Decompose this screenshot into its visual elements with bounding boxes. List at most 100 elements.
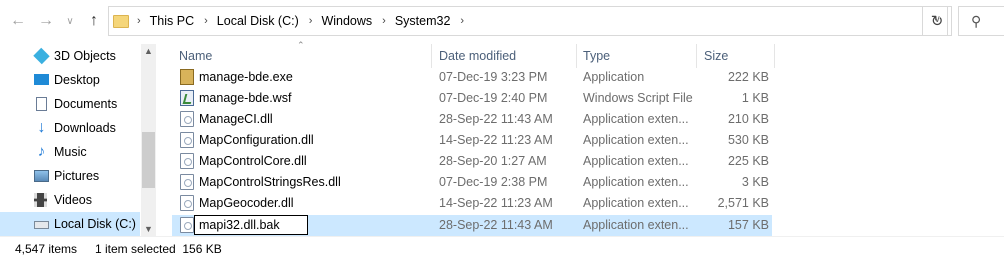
back-arrow-icon: ←	[10, 12, 26, 29]
nav-item-music[interactable]: ♪ Music	[0, 140, 140, 164]
column-divider[interactable]	[576, 44, 577, 68]
column-header-name[interactable]: Name	[179, 44, 431, 68]
forward-arrow-icon: →	[38, 12, 54, 29]
file-date: 28-Sep-22 11:43 AM	[439, 112, 553, 126]
rename-input[interactable]	[194, 215, 308, 235]
nav-item-label: Local Disk (C:)	[54, 217, 136, 231]
search-icon: ⚲	[971, 12, 982, 29]
dll-icon	[180, 195, 194, 211]
file-type: Application exten...	[583, 112, 689, 126]
search-box[interactable]: ⚲	[958, 6, 1004, 36]
navigation-pane: 3D Objects Desktop Documents ↓ Downloads…	[0, 44, 156, 236]
chevron-right-icon[interactable]: ›	[137, 15, 141, 27]
file-row-selected[interactable]: 28-Sep-22 11:43 AM Application exten... …	[172, 215, 772, 236]
file-row[interactable]: MapGeocoder.dll 14-Sep-22 11:23 AM Appli…	[172, 193, 772, 214]
chevron-right-icon[interactable]: ›	[460, 15, 464, 27]
nav-item-desktop[interactable]: Desktop	[0, 68, 140, 92]
back-button[interactable]: ←	[8, 10, 28, 32]
file-date: 07-Dec-19 2:40 PM	[439, 91, 548, 105]
status-bar: 4,547 items 1 item selected 156 KB	[0, 236, 1004, 262]
item-count: 4,547 items	[15, 242, 78, 256]
file-type: Application exten...	[583, 154, 689, 168]
crumb-system32[interactable]: System32	[395, 14, 451, 28]
file-date: 28-Sep-20 1:27 AM	[439, 154, 547, 168]
nav-item-label: 3D Objects	[54, 49, 116, 63]
refresh-icon: ↻	[930, 13, 944, 30]
file-type: Application exten...	[583, 133, 689, 147]
crumb-local-disk[interactable]: Local Disk (C:)	[217, 14, 299, 28]
chevron-right-icon[interactable]: ›	[382, 15, 386, 27]
file-type: Windows Script File	[583, 91, 693, 105]
pictures-icon	[34, 170, 49, 182]
column-divider[interactable]	[431, 44, 432, 68]
forward-button[interactable]: →	[36, 10, 56, 32]
nav-item-label: Documents	[54, 97, 118, 111]
nav-item-documents[interactable]: Documents	[0, 92, 140, 116]
nav-item-label: Downloads	[54, 121, 116, 135]
file-name: ManageCI.dll	[199, 112, 273, 126]
file-name: MapControlCore.dll	[199, 154, 307, 168]
crumb-windows[interactable]: Windows	[321, 14, 372, 28]
dll-icon	[180, 217, 194, 233]
chevron-down-icon: ∨	[66, 15, 74, 27]
nav-item-videos[interactable]: Videos	[0, 188, 140, 212]
dll-icon	[180, 174, 194, 190]
column-divider[interactable]	[774, 44, 775, 68]
music-icon: ♪	[37, 143, 46, 160]
chevron-right-icon[interactable]: ›	[204, 15, 208, 27]
wsf-icon	[180, 90, 194, 106]
downloads-icon: ↓	[37, 119, 46, 136]
up-button[interactable]: ↑	[84, 10, 104, 32]
file-row[interactable]: MapControlStringsRes.dll 07-Dec-19 2:38 …	[172, 172, 772, 193]
file-type: Application exten...	[583, 175, 689, 189]
file-type: Application exten...	[583, 196, 689, 210]
file-row[interactable]: MapConfiguration.dll 14-Sep-22 11:23 AM …	[172, 130, 772, 151]
column-header-type[interactable]: Type	[583, 44, 695, 68]
file-size: 3 KB	[741, 175, 769, 189]
refresh-button[interactable]: ↻	[922, 6, 952, 36]
nav-item-3d-objects[interactable]: 3D Objects	[0, 44, 140, 68]
file-date: 07-Dec-19 2:38 PM	[439, 175, 548, 189]
nav-item-label: Videos	[54, 193, 92, 207]
nav-item-label: Pictures	[54, 169, 100, 183]
recent-locations-button[interactable]: ∨	[60, 10, 80, 32]
chevron-right-icon[interactable]: ›	[309, 15, 313, 27]
file-date: 14-Sep-22 11:23 AM	[439, 133, 553, 147]
file-type: Application	[583, 70, 645, 84]
column-divider[interactable]	[696, 44, 697, 68]
scroll-down-icon[interactable]: ▼	[144, 224, 153, 234]
nav-item-local-disk[interactable]: Local Disk (C:)	[0, 212, 140, 236]
exe-icon	[180, 69, 194, 85]
nav-item-label: Music	[54, 145, 87, 159]
file-row[interactable]: ManageCI.dll 28-Sep-22 11:43 AM Applicat…	[172, 109, 772, 130]
crumb-this-pc[interactable]: This PC	[150, 14, 194, 28]
dll-icon	[180, 153, 194, 169]
scroll-up-icon[interactable]: ▲	[144, 46, 153, 56]
column-header-size[interactable]: Size	[704, 44, 774, 68]
file-name: manage-bde.exe	[199, 70, 293, 84]
file-size: 530 KB	[727, 133, 769, 147]
address-bar[interactable]: › This PC › Local Disk (C:) › Windows › …	[108, 6, 948, 36]
file-row[interactable]: MapControlCore.dll 28-Sep-20 1:27 AM App…	[172, 151, 772, 172]
documents-icon	[36, 97, 47, 111]
videos-icon	[34, 193, 47, 207]
up-arrow-icon: ↑	[90, 12, 98, 29]
nav-scrollbar[interactable]: ▲ ▼	[141, 44, 156, 236]
file-date: 28-Sep-22 11:43 AM	[439, 218, 553, 232]
scrollbar-thumb[interactable]	[142, 132, 155, 188]
column-header-date[interactable]: Date modified	[439, 44, 575, 68]
selection-info: 1 item selected 156 KB	[95, 242, 222, 256]
3d-objects-icon	[33, 47, 50, 65]
file-type: Application exten...	[583, 218, 689, 232]
nav-item-pictures[interactable]: Pictures	[0, 164, 140, 188]
column-header-label: Size	[704, 49, 729, 63]
file-size: 210 KB	[727, 112, 769, 126]
desktop-icon	[34, 74, 49, 85]
nav-item-downloads[interactable]: ↓ Downloads	[0, 116, 140, 140]
file-row[interactable]: manage-bde.exe 07-Dec-19 3:23 PM Applica…	[172, 67, 772, 88]
dll-icon	[180, 111, 194, 127]
file-row[interactable]: manage-bde.wsf 07-Dec-19 2:40 PM Windows…	[172, 88, 772, 109]
breadcrumb: › This PC › Local Disk (C:) › Windows › …	[137, 14, 473, 28]
file-name: MapControlStringsRes.dll	[199, 175, 341, 189]
nav-item-label: Desktop	[54, 73, 100, 87]
